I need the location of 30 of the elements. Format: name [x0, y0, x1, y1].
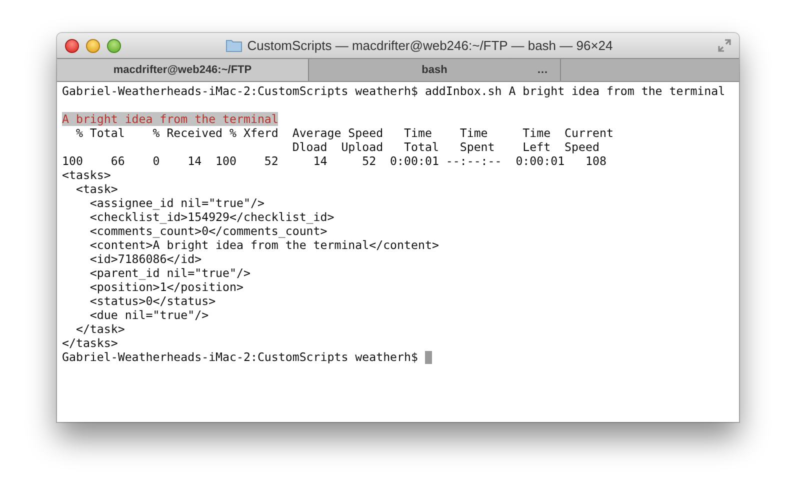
terminal-line: 100 66 0 14 100 52 14 52 0:00:01 --:--:-- 0:00:01 108 [62, 154, 606, 168]
highlighted-text: A bright idea from the terminal [62, 112, 278, 126]
fullscreen-icon[interactable] [718, 39, 731, 52]
folder-icon [226, 39, 242, 52]
shell-prompt: Gabriel-Weatherheads-iMac-2:CustomScripts weatherh$ [62, 350, 419, 364]
window-title: CustomScripts — macdrifter@web246:~/FTP — bash — 96×24 [247, 38, 613, 53]
terminal-line: <comments_count>0</comments_count> [88, 224, 328, 238]
terminal-line: % Total % Received % Xferd Average Speed Time Time Time Current [74, 126, 614, 140]
tab-overflow-indicator: … [537, 64, 548, 76]
terminal-line: <checklist_id>154929</checklist_id> [88, 210, 334, 224]
terminal-line: </task> [74, 322, 125, 336]
terminal-line: <parent_id nil="true"/> [88, 266, 250, 280]
tab[interactable]: bash … [309, 59, 561, 81]
tab-label: bash [422, 64, 448, 76]
terminal-line: <due nil="true"/> [88, 308, 209, 322]
terminal-line: <task> [74, 182, 118, 196]
terminal-line: <position>1</position> [88, 280, 244, 294]
terminal-line: <assignee_id nil="true"/> [88, 196, 264, 210]
tab-label: macdrifter@web246:~/FTP [113, 64, 252, 76]
close-button[interactable] [65, 38, 79, 52]
zoom-button[interactable] [107, 38, 121, 52]
terminal-line: <tasks> [62, 168, 111, 182]
minimize-button[interactable] [86, 38, 100, 52]
terminal-line: </tasks> [62, 336, 118, 350]
terminal-line: <status>0</status> [88, 294, 216, 308]
terminal-line: Dload Upload Total Spent Left Speed [291, 140, 600, 154]
terminal-line: <id>7186086</id> [88, 252, 202, 266]
tab[interactable]: macdrifter@web246:~/FTP [57, 59, 309, 81]
terminal-line: <content>A bright idea from the terminal</content> [88, 238, 439, 252]
terminal-line: Gabriel-Weatherheads-iMac-2:CustomScripts weatherh$ addInbox.sh A bright idea from the terminal [62, 84, 726, 98]
